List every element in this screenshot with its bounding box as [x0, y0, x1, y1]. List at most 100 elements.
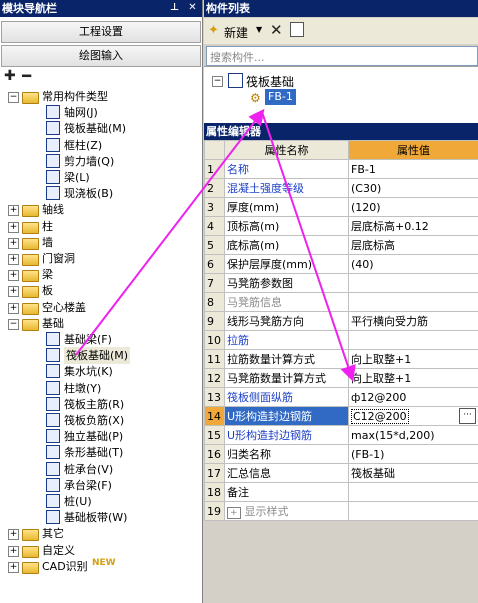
property-row[interactable]: 16 归类名称 (FB-1) — [204, 444, 478, 464]
expand-icon[interactable]: + — [8, 286, 19, 298]
tree-item[interactable]: 筏板主筋(R) — [0, 396, 202, 413]
property-row[interactable]: 19 + 显示样式 — [204, 501, 478, 521]
property-row[interactable]: 7 马凳筋参数图 — [204, 273, 478, 293]
property-value[interactable]: 层底标高+0.12 — [348, 216, 478, 236]
property-row[interactable]: 15 U形构造封边钢筋 max(15*d,200) — [204, 425, 478, 445]
property-name: U形构造封边钢筋 — [224, 406, 349, 426]
property-row[interactable]: 6 保护层厚度(mm) (40) — [204, 254, 478, 274]
collapse-all-icon[interactable]: ━ — [22, 67, 31, 85]
tree-item[interactable]: 条形基础(T) — [0, 444, 202, 461]
tree-item[interactable]: 桩(U) — [0, 493, 202, 510]
property-row[interactable]: 2 混凝土强度等级 (C30) — [204, 178, 478, 198]
property-row[interactable]: 8 马凳筋信息 — [204, 292, 478, 312]
tree-item[interactable]: 桩承台(V) — [0, 461, 202, 478]
property-value[interactable] — [348, 292, 478, 312]
property-row[interactable]: 18 备注 — [204, 482, 478, 502]
expand-icon[interactable]: + — [227, 507, 241, 519]
property-row[interactable]: 5 底标高(m) 层底标高 — [204, 235, 478, 255]
collapse-icon[interactable]: − — [8, 318, 19, 330]
property-value[interactable]: C12@200 ··· — [348, 406, 478, 426]
tree-item[interactable]: 承台梁(F) — [0, 477, 202, 494]
property-value[interactable] — [348, 482, 478, 502]
tree-item[interactable]: 基础梁(F) — [0, 331, 202, 348]
tree-item[interactable]: 筏板基础(M) — [0, 120, 202, 137]
collapse-icon[interactable]: − — [8, 92, 19, 103]
expand-icon[interactable]: + — [8, 205, 19, 217]
property-row[interactable]: 3 厚度(mm) (120) — [204, 197, 478, 217]
isolated-footing-icon — [46, 429, 60, 444]
tree-folder[interactable]: + 轴线 — [0, 201, 202, 218]
property-value[interactable]: (C30) — [348, 178, 478, 198]
component-fb1[interactable]: FB-1 — [265, 89, 296, 105]
property-row[interactable]: 12 马凳筋数量计算方式 向上取整+1 — [204, 368, 478, 388]
raft-foundation-icon — [46, 121, 60, 136]
tree-item[interactable]: 剪力墙(Q) — [0, 153, 202, 170]
tree-item[interactable]: 筏板负筋(X) — [0, 412, 202, 429]
expand-icon[interactable]: + — [8, 221, 19, 233]
ellipsis-button[interactable]: ··· — [459, 408, 476, 424]
expand-icon[interactable]: + — [8, 302, 19, 314]
project-settings-button[interactable]: 工程设置 — [1, 21, 201, 43]
expand-icon[interactable]: + — [8, 237, 19, 249]
expand-icon[interactable]: + — [8, 270, 19, 282]
property-value[interactable]: 层底标高 — [348, 235, 478, 255]
property-row[interactable]: 14 U形构造封边钢筋 C12@200 ··· — [204, 406, 478, 426]
property-row[interactable]: 17 汇总信息 筏板基础 — [204, 463, 478, 483]
property-value[interactable] — [348, 501, 478, 521]
copy-icon[interactable] — [290, 22, 304, 37]
property-value[interactable]: (120) — [348, 197, 478, 217]
property-row[interactable]: 10 拉筋 — [204, 330, 478, 350]
tree-item[interactable]: 轴网(J) — [0, 104, 202, 121]
expand-icon[interactable]: + — [8, 545, 19, 557]
new-button[interactable]: ✦ 新建 ▼ — [207, 22, 265, 40]
property-value[interactable]: ф12@200 — [348, 387, 478, 407]
property-value[interactable]: (FB-1) — [348, 444, 478, 464]
tree-folder[interactable]: + 柱 — [0, 218, 202, 235]
tree-item[interactable]: 梁(L) — [0, 169, 202, 186]
tree-folder[interactable]: + 板 — [0, 282, 202, 299]
property-row[interactable]: 9 线形马凳筋方向 平行横向受力筋 — [204, 311, 478, 331]
property-value[interactable]: 向上取整+1 — [348, 368, 478, 388]
tree-folder[interactable]: + 空心楼盖 — [0, 299, 202, 316]
row-number: 7 — [204, 273, 225, 293]
collapse-icon[interactable]: − — [212, 76, 223, 87]
property-value[interactable]: 筏板基础 — [348, 463, 478, 483]
property-value[interactable]: FB-1 — [348, 159, 478, 179]
property-value[interactable] — [348, 330, 478, 350]
pin-icon[interactable]: ⊥ — [168, 2, 181, 14]
search-input[interactable]: 搜索构件... — [206, 46, 478, 66]
tree-folder[interactable]: + 其它 — [0, 525, 202, 542]
delete-icon[interactable]: ✕ — [270, 21, 283, 39]
property-row[interactable]: 4 顶标高(m) 层底标高+0.12 — [204, 216, 478, 236]
expand-icon[interactable]: + — [8, 254, 19, 265]
property-value[interactable]: max(15*d,200) — [348, 425, 478, 445]
tree-item[interactable]: 独立基础(P) — [0, 428, 202, 445]
tree-folder[interactable]: + 梁 — [0, 266, 202, 283]
tree-folder[interactable]: + 门窗洞 — [0, 250, 202, 267]
row-number: 11 — [204, 349, 225, 369]
property-value[interactable]: (40) — [348, 254, 478, 274]
tree-folder[interactable]: + 墙 — [0, 234, 202, 251]
tree-folder[interactable]: + CAD识别 NEW — [0, 558, 202, 575]
expand-icon[interactable]: + — [8, 529, 19, 541]
tree-item[interactable]: 现浇板(B) — [0, 185, 202, 202]
property-row[interactable]: 11 拉筋数量计算方式 向上取整+1 — [204, 349, 478, 369]
expand-all-icon[interactable]: ✚ — [4, 68, 16, 84]
tree-item[interactable]: 集水坑(K) — [0, 363, 202, 380]
tree-folder[interactable]: − 基础 — [0, 315, 202, 332]
property-row[interactable]: 1 名称 FB-1 — [204, 159, 478, 179]
tree-item[interactable]: 框柱(Z) — [0, 137, 202, 154]
tree-item[interactable]: 基础板带(W) — [0, 509, 202, 526]
close-icon[interactable]: ✕ — [186, 2, 199, 14]
expand-icon[interactable]: + — [8, 561, 19, 573]
property-value[interactable] — [348, 273, 478, 293]
tree-item[interactable]: 筏板基础(M) — [0, 347, 202, 365]
property-value[interactable]: 向上取整+1 — [348, 349, 478, 369]
component-root-label[interactable]: 筏板基础 — [246, 73, 294, 90]
tree-folder[interactable]: − 常用构件类型 — [0, 88, 202, 105]
property-value-text[interactable]: C12@200 — [351, 408, 409, 424]
tree-item[interactable]: 柱墩(Y) — [0, 380, 202, 397]
property-value[interactable]: 平行横向受力筋 — [348, 311, 478, 331]
property-row[interactable]: 13 筏板侧面纵筋 ф12@200 — [204, 387, 478, 407]
drawing-input-button[interactable]: 绘图输入 — [1, 45, 201, 67]
